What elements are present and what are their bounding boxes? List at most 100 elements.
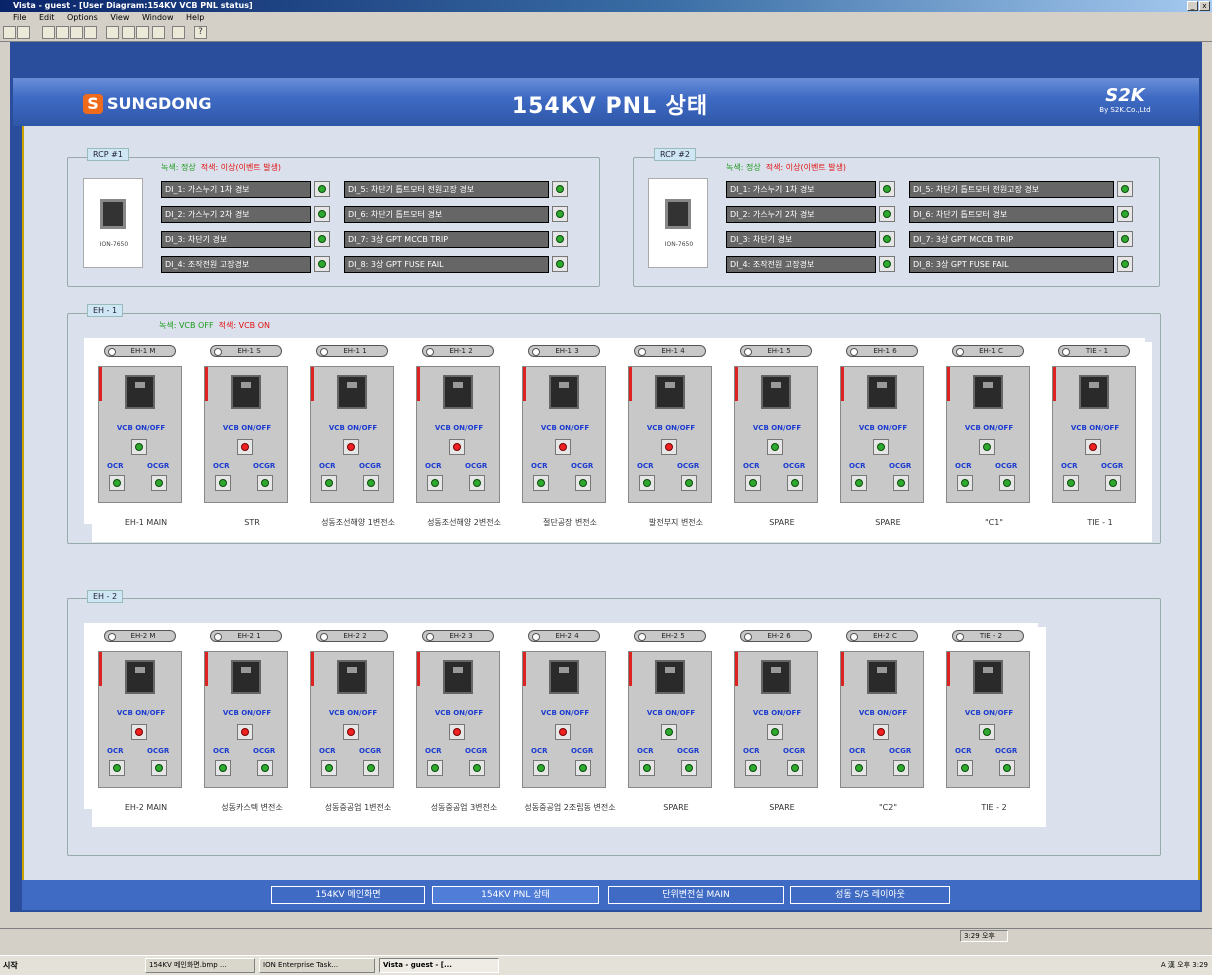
- ocgr-status-lamp[interactable]: [999, 760, 1015, 776]
- ocgr-status-lamp[interactable]: [681, 475, 697, 491]
- vcb-status-lamp[interactable]: [767, 724, 783, 740]
- vcb-status-lamp[interactable]: [1085, 439, 1101, 455]
- ocgr-status-lamp[interactable]: [151, 760, 167, 776]
- ocr-status-lamp[interactable]: [851, 475, 867, 491]
- alarm-label: DI_3: 차단기 경보: [726, 231, 876, 248]
- ocgr-label: OCGR: [571, 747, 594, 755]
- ocr-status-lamp[interactable]: [427, 760, 443, 776]
- vcb-status-lamp[interactable]: [661, 439, 677, 455]
- ocgr-status-lamp[interactable]: [999, 475, 1015, 491]
- vcb-status-lamp[interactable]: [131, 439, 147, 455]
- vcb-status-lamp[interactable]: [767, 439, 783, 455]
- menu-view[interactable]: View: [110, 13, 129, 22]
- vcb-status-lamp[interactable]: [555, 724, 571, 740]
- ocgr-status-lamp[interactable]: [681, 760, 697, 776]
- ocr-status-lamp[interactable]: [1063, 475, 1079, 491]
- nav-button[interactable]: 154KV 메인화면: [271, 886, 425, 904]
- ocgr-status-lamp[interactable]: [893, 760, 909, 776]
- minimize-icon[interactable]: _: [1187, 1, 1198, 11]
- vcb-status-lamp[interactable]: [661, 724, 677, 740]
- paste-icon[interactable]: [152, 26, 165, 39]
- panel-tag: EH-1 5: [740, 345, 812, 357]
- ocr-status-lamp[interactable]: [957, 475, 973, 491]
- ocr-status-lamp[interactable]: [427, 475, 443, 491]
- ocr-status-lamp[interactable]: [745, 760, 761, 776]
- grid-icon[interactable]: [70, 26, 83, 39]
- status-led-icon: [453, 728, 461, 736]
- ocr-status-lamp[interactable]: [851, 760, 867, 776]
- ocgr-status-lamp[interactable]: [469, 475, 485, 491]
- vcb-status-lamp[interactable]: [979, 439, 995, 455]
- ocgr-status-lamp[interactable]: [469, 760, 485, 776]
- ocr-label: OCR: [637, 747, 654, 755]
- status-led-icon: [579, 764, 587, 772]
- vcb-status-lamp[interactable]: [873, 724, 889, 740]
- vcb-status-lamp[interactable]: [979, 724, 995, 740]
- status-led-icon: [685, 479, 693, 487]
- task-item-active[interactable]: Vista - guest - [...: [379, 958, 499, 973]
- ocr-status-lamp[interactable]: [957, 760, 973, 776]
- image-icon[interactable]: [84, 26, 97, 39]
- cut-icon[interactable]: [122, 26, 135, 39]
- ocgr-status-lamp[interactable]: [575, 475, 591, 491]
- menu-help[interactable]: Help: [186, 13, 204, 22]
- nav-button[interactable]: 154KV PNL 상태: [432, 886, 599, 904]
- vcb-status-lamp[interactable]: [237, 724, 253, 740]
- vcb-status-lamp[interactable]: [449, 439, 465, 455]
- ocgr-status-lamp[interactable]: [257, 760, 273, 776]
- help-icon[interactable]: ?: [194, 26, 207, 39]
- vcb-status-lamp[interactable]: [873, 439, 889, 455]
- menu-options[interactable]: Options: [67, 13, 98, 22]
- ocgr-status-lamp[interactable]: [893, 475, 909, 491]
- ocgr-status-lamp[interactable]: [151, 475, 167, 491]
- nav-button[interactable]: 단위변전실 MAIN: [608, 886, 784, 904]
- ocr-status-lamp[interactable]: [321, 760, 337, 776]
- legend-vcb-on: 적색: VCB ON: [218, 321, 270, 330]
- vcb-status-lamp[interactable]: [237, 439, 253, 455]
- switchgear-cabinet: VCB ON/OFF OCR OCGR: [628, 651, 712, 788]
- status-led-icon: [855, 479, 863, 487]
- alarm-status-lamp: [1117, 206, 1133, 222]
- ocgr-label: OCGR: [147, 747, 170, 755]
- ocr-status-lamp[interactable]: [215, 475, 231, 491]
- ocgr-status-lamp[interactable]: [1105, 475, 1121, 491]
- menu-bar: File Edit Options View Window Help: [0, 12, 1212, 24]
- task-item[interactable]: ION Enterprise Task...: [259, 958, 375, 973]
- task-item[interactable]: 154KV 메인화면.bmp ...: [145, 958, 255, 973]
- vcb-status-lamp[interactable]: [131, 724, 147, 740]
- vcb-status-lamp[interactable]: [343, 439, 359, 455]
- menu-file[interactable]: File: [13, 13, 26, 22]
- ocr-status-lamp[interactable]: [533, 760, 549, 776]
- save-icon[interactable]: [17, 26, 30, 39]
- ocr-status-lamp[interactable]: [321, 475, 337, 491]
- blank-icon[interactable]: [106, 26, 119, 39]
- ocr-status-lamp[interactable]: [109, 760, 125, 776]
- ocgr-status-lamp[interactable]: [257, 475, 273, 491]
- start-button[interactable]: 시작: [3, 958, 35, 973]
- ocgr-status-lamp[interactable]: [787, 475, 803, 491]
- rcp2-label: RCP #2: [654, 148, 696, 161]
- ocr-status-lamp[interactable]: [639, 475, 655, 491]
- zoom-icon[interactable]: [42, 26, 55, 39]
- nav-button[interactable]: 성동 S/S 레이아웃: [790, 886, 950, 904]
- menu-edit[interactable]: Edit: [39, 13, 55, 22]
- ocr-status-lamp[interactable]: [745, 475, 761, 491]
- ocgr-status-lamp[interactable]: [575, 760, 591, 776]
- ocr-status-lamp[interactable]: [533, 475, 549, 491]
- vcb-status-lamp[interactable]: [555, 439, 571, 455]
- ocr-status-lamp[interactable]: [109, 475, 125, 491]
- menu-window[interactable]: Window: [142, 13, 174, 22]
- copy-icon[interactable]: [136, 26, 149, 39]
- rcp2-legend: 녹색: 정상 적색: 이상(이벤트 발생): [726, 162, 846, 173]
- ocr-status-lamp[interactable]: [215, 760, 231, 776]
- open-icon[interactable]: [3, 26, 16, 39]
- ocr-status-lamp[interactable]: [639, 760, 655, 776]
- close-icon[interactable]: x: [1199, 1, 1210, 11]
- window-icon[interactable]: [56, 26, 69, 39]
- ocgr-status-lamp[interactable]: [363, 475, 379, 491]
- ocgr-status-lamp[interactable]: [363, 760, 379, 776]
- vcb-status-lamp[interactable]: [343, 724, 359, 740]
- ocgr-status-lamp[interactable]: [787, 760, 803, 776]
- diagram-icon[interactable]: [172, 26, 185, 39]
- vcb-status-lamp[interactable]: [449, 724, 465, 740]
